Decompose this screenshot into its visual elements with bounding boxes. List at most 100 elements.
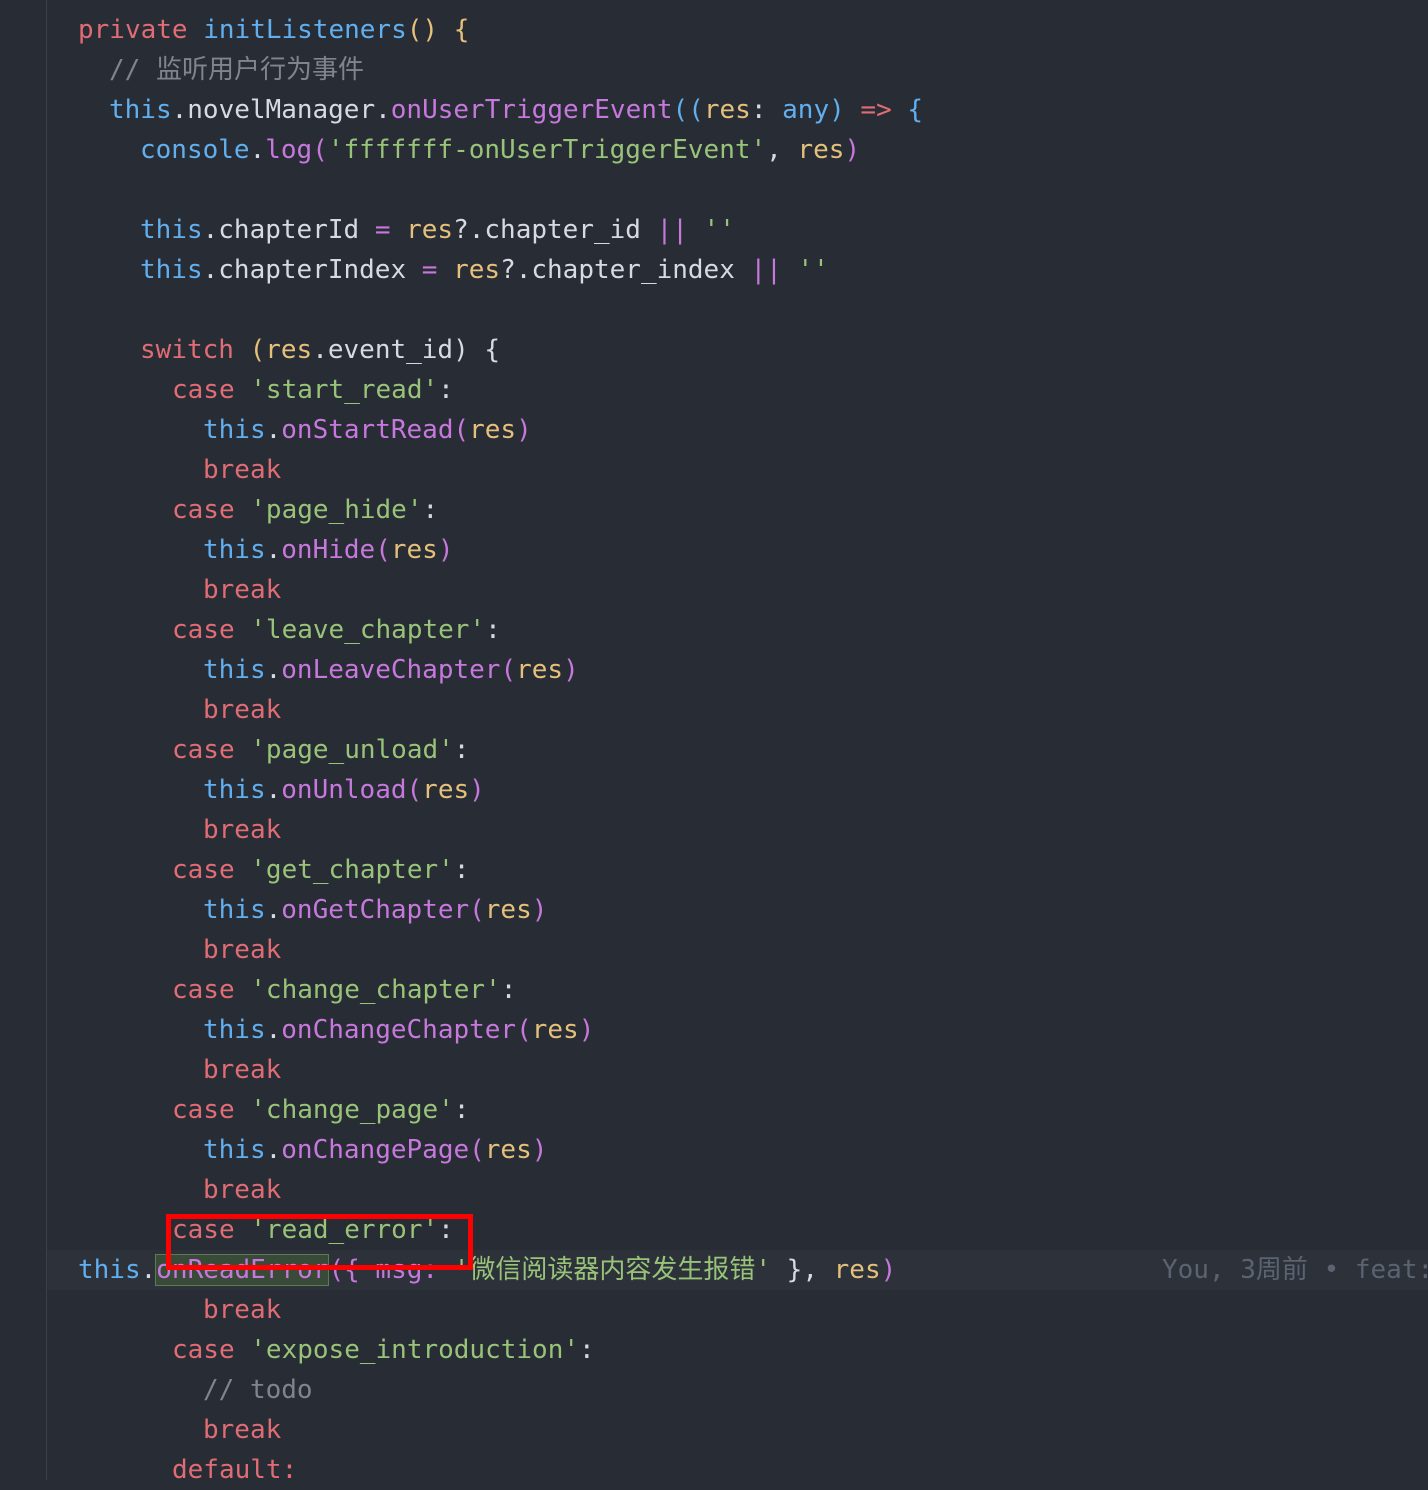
- code-line-4[interactable]: console.log('fffffff-onUserTriggerEvent'…: [78, 130, 1428, 170]
- case-line[interactable]: case 'start_read':: [78, 370, 1428, 410]
- token-switch: switch: [140, 335, 234, 365]
- token-break: break: [203, 935, 282, 965]
- break-line[interactable]: break: [78, 1050, 1428, 1090]
- token-signature-rest: () {: [406, 15, 470, 45]
- case-line[interactable]: case 'leave_chapter':: [78, 610, 1428, 650]
- case-line[interactable]: case 'change_page':: [78, 1090, 1428, 1130]
- token-param: res: [703, 95, 751, 125]
- token-handler: onGetChapter: [281, 895, 470, 925]
- token-rest: ?.chapter_id: [453, 215, 657, 245]
- case-handler-line[interactable]: this.onLeaveChapter(res): [78, 650, 1428, 690]
- token-break: break: [203, 455, 282, 485]
- token-comment: // todo: [203, 1375, 313, 1405]
- token-this: this: [203, 775, 266, 805]
- token-arg: res: [484, 895, 532, 925]
- token-param: res: [390, 215, 454, 245]
- token-param: res: [437, 255, 501, 285]
- token-or: ||: [656, 215, 688, 245]
- code-line-5[interactable]: [78, 170, 1428, 210]
- token-empty-string: '': [687, 215, 735, 245]
- code-line-2[interactable]: // 监听用户行为事件: [78, 50, 1428, 90]
- case-line[interactable]: case 'change_chapter':: [78, 970, 1428, 1010]
- token-case-label: 'page_unload': [250, 735, 454, 765]
- token-this: this: [203, 895, 266, 925]
- token-break: break: [203, 695, 282, 725]
- token-default: default:: [172, 1455, 298, 1485]
- token-case-label: 'change_page': [250, 1095, 454, 1125]
- break-line[interactable]: break: [78, 450, 1428, 490]
- token-case: case: [172, 1335, 235, 1365]
- token-eq: =: [421, 255, 438, 285]
- token-case-label: 'get_chapter': [250, 855, 454, 885]
- token-param: res: [797, 135, 845, 165]
- case-handler-line[interactable]: this.onGetChapter(res): [78, 890, 1428, 930]
- token-this: this: [140, 215, 203, 245]
- token-this: this: [140, 255, 203, 285]
- break-line[interactable]: break: [78, 1290, 1428, 1330]
- token-this: this: [203, 415, 266, 445]
- break-line[interactable]: break: [78, 1170, 1428, 1210]
- token-case-label: 'expose_introduction': [250, 1335, 580, 1365]
- break-line[interactable]: break: [78, 690, 1428, 730]
- token-paren-close: ): [829, 95, 861, 125]
- case-handler-line[interactable]: this.onChangeChapter(res): [78, 1010, 1428, 1050]
- break-line[interactable]: break: [78, 1410, 1428, 1450]
- token-arg: res: [390, 535, 438, 565]
- token-param: res: [265, 335, 313, 365]
- token-handler: onChangeChapter: [281, 1015, 517, 1045]
- token-dot: .: [249, 135, 266, 165]
- token-this: this: [203, 1135, 266, 1165]
- case-handler-line[interactable]: this.onStartRead(res): [78, 410, 1428, 450]
- token-console: console: [140, 135, 250, 165]
- token-or: ||: [750, 255, 782, 285]
- token-handler: onUnload: [281, 775, 407, 805]
- code-line-1[interactable]: private initListeners() {: [78, 10, 1428, 50]
- break-line[interactable]: break: [78, 930, 1428, 970]
- token-handler: onChangePage: [281, 1135, 470, 1165]
- red-highlight-box: [166, 1214, 473, 1270]
- token-prop: .chapterIndex: [202, 255, 422, 285]
- git-blame-annotation: You, 3周前 • feat: 阅: [1162, 1255, 1428, 1285]
- token-close-paren: ): [880, 1255, 897, 1285]
- token-arg: res: [516, 655, 564, 685]
- token-arrow: =>: [860, 95, 892, 125]
- default-line[interactable]: default:: [78, 1450, 1428, 1490]
- token-arg: res: [531, 1015, 579, 1045]
- token-private: private: [78, 15, 188, 45]
- token-case: case: [172, 375, 235, 405]
- token-colon: :: [750, 95, 783, 125]
- token-break: break: [203, 1295, 282, 1325]
- token-handler: onLeaveChapter: [281, 655, 501, 685]
- code-line-switch[interactable]: switch (res.event_id) {: [78, 330, 1428, 370]
- token-brace: {: [891, 95, 924, 125]
- token-this: this: [203, 655, 266, 685]
- case-line-expose[interactable]: case 'expose_introduction':: [78, 1330, 1428, 1370]
- break-line[interactable]: break: [78, 810, 1428, 850]
- token-break: break: [203, 1055, 282, 1085]
- code-editor[interactable]: private initListeners() { // 监听用户行为事件 th…: [0, 0, 1428, 1485]
- todo-comment-line[interactable]: // todo: [78, 1370, 1428, 1410]
- token-case-label: 'start_read': [250, 375, 439, 405]
- case-handler-line[interactable]: this.onChangePage(res): [78, 1130, 1428, 1170]
- case-line[interactable]: case 'page_hide':: [78, 490, 1428, 530]
- token-rest: ?.chapter_index: [500, 255, 751, 285]
- case-line[interactable]: case 'get_chapter':: [78, 850, 1428, 890]
- code-line-7[interactable]: this.chapterIndex = res?.chapter_index |…: [78, 250, 1428, 290]
- token-arg: res: [484, 1135, 532, 1165]
- code-line-8[interactable]: [78, 290, 1428, 330]
- token-case: case: [172, 495, 235, 525]
- case-handler-line[interactable]: this.onUnload(res): [78, 770, 1428, 810]
- break-line[interactable]: break: [78, 570, 1428, 610]
- token-obj-close: },: [771, 1255, 834, 1285]
- token-case-label: 'leave_chapter': [250, 615, 486, 645]
- case-handler-line[interactable]: this.onHide(res): [78, 530, 1428, 570]
- token-handler: onHide: [281, 535, 376, 565]
- token-obj: .novelManager.: [171, 95, 391, 125]
- token-open: (: [233, 335, 266, 365]
- token-eq: =: [374, 215, 391, 245]
- token-case: case: [172, 855, 235, 885]
- token-break: break: [203, 1175, 282, 1205]
- code-line-3[interactable]: this.novelManager.onUserTriggerEvent((re…: [78, 90, 1428, 130]
- case-line[interactable]: case 'page_unload':: [78, 730, 1428, 770]
- code-line-6[interactable]: this.chapterId = res?.chapter_id || '': [78, 210, 1428, 250]
